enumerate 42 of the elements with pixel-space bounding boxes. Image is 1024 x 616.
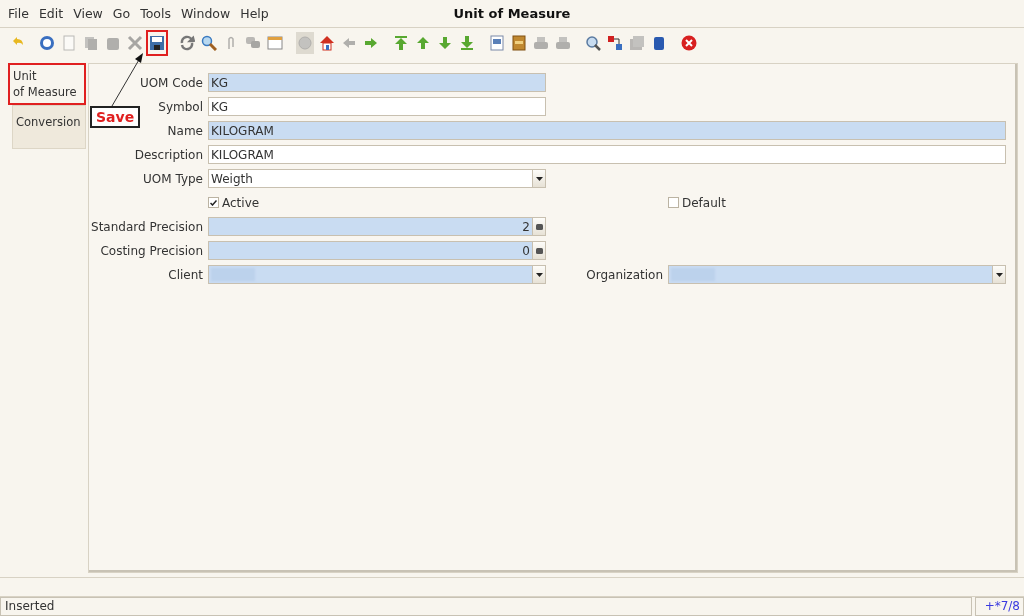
number-field[interactable]: 0 [208, 241, 546, 260]
dropdown-field[interactable] [208, 265, 546, 284]
menu-item[interactable]: Go [107, 4, 136, 23]
input-field[interactable]: KILOGRAM [208, 121, 1006, 140]
dropdown-field[interactable]: Weigth [208, 169, 546, 188]
window-title: Unit of Measure [453, 6, 571, 21]
menu-item[interactable]: Edit [33, 4, 69, 23]
input-field[interactable]: KG [208, 73, 546, 92]
field-label: UOM Type [142, 171, 203, 186]
tab[interactable]: Conversion [12, 105, 86, 149]
input-field[interactable]: KG [208, 97, 546, 116]
input-field[interactable]: KILOGRAM [208, 145, 1006, 164]
caret-icon [995, 272, 1003, 277]
record-counter: +*7/8 [975, 597, 1024, 616]
field-label: Name [166, 123, 203, 138]
calculator-icon [535, 223, 543, 230]
checkbox[interactable] [208, 197, 219, 208]
caret-icon [535, 176, 543, 181]
dropdown-field[interactable] [668, 265, 1006, 284]
field-label: UOM Code [138, 75, 203, 90]
caret-icon [535, 272, 543, 277]
callout-label: Save [90, 106, 141, 128]
checkbox[interactable] [668, 197, 679, 208]
menu-item[interactable]: Window [175, 4, 236, 23]
checkbox-label: Default [682, 195, 726, 210]
checkbox-label: Active [222, 195, 260, 210]
save-icon[interactable] [146, 29, 168, 56]
field-label: Standard Precision [90, 219, 203, 234]
menu-item[interactable]: File [3, 4, 34, 23]
field-label: Costing Precision [99, 243, 203, 258]
field-label: Symbol [157, 99, 203, 114]
number-field[interactable]: 2 [208, 217, 546, 236]
calculator-icon [535, 247, 543, 254]
check-icon [210, 199, 217, 206]
field-label: Client [167, 267, 203, 282]
field-label: Description [133, 147, 203, 162]
menu-item[interactable]: View [68, 4, 108, 23]
field-label: Organization [585, 267, 663, 282]
tab[interactable]: Unit of Measure [8, 63, 86, 105]
menu-item[interactable]: Tools [135, 4, 176, 23]
status-message: Inserted [0, 597, 972, 616]
menu-item[interactable]: Help [235, 4, 274, 23]
